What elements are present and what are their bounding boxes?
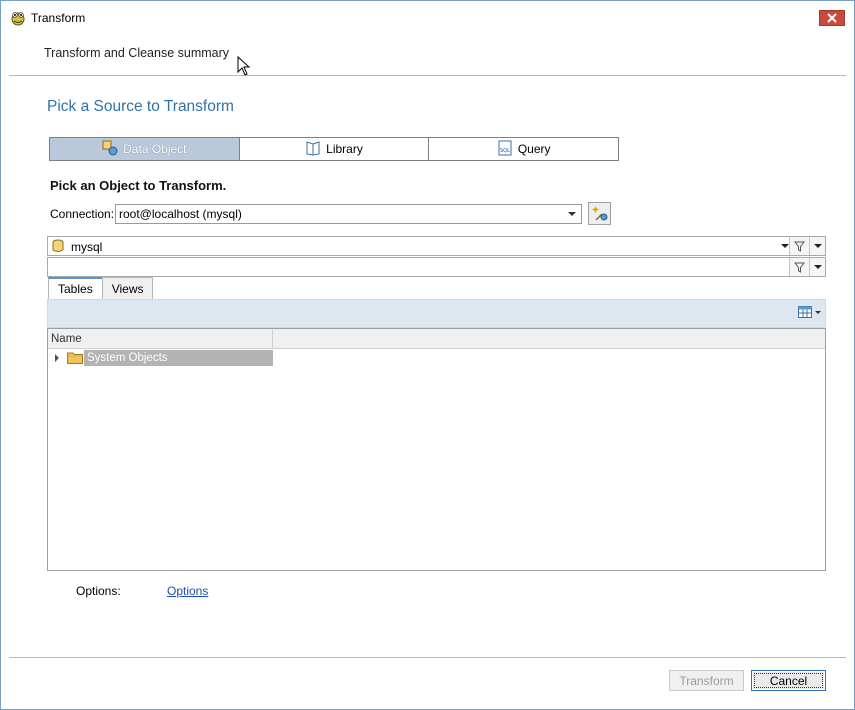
tab-library-label: Library: [326, 142, 363, 156]
footer-divider: [9, 657, 846, 658]
database-dropdown[interactable]: mysql: [47, 236, 826, 256]
pick-object-label: Pick an Object to Transform.: [50, 178, 227, 193]
data-object-icon: [102, 140, 118, 159]
object-filter-input[interactable]: [47, 257, 826, 277]
mouse-cursor-icon: [237, 55, 251, 76]
tab-data-object[interactable]: Data Object: [50, 138, 240, 160]
dropdown-arrow-icon: [815, 310, 821, 314]
expand-arrow-icon[interactable]: [55, 354, 59, 362]
folder-icon: [67, 351, 83, 367]
object-filter-menu-button[interactable]: [809, 258, 825, 276]
database-value: mysql: [71, 240, 103, 254]
tab-views[interactable]: Views: [101, 277, 154, 299]
chevron-down-icon: [781, 244, 789, 248]
column-header-name[interactable]: Name: [48, 329, 273, 349]
grid-view-icon: [798, 306, 812, 318]
wizard-header: Transform and Cleanse summary: [1, 35, 854, 76]
tree-item-label: System Objects: [84, 350, 273, 366]
close-icon: [827, 13, 837, 23]
toad-app-icon: [10, 10, 26, 26]
svg-text:SQL: SQL: [500, 148, 510, 154]
tab-library[interactable]: Library: [239, 138, 430, 160]
object-list-toolbar: [47, 299, 826, 328]
filter-icon: [794, 262, 805, 273]
database-menu-button[interactable]: [809, 237, 825, 255]
connection-dropdown[interactable]: root@localhost (mysql): [115, 204, 582, 224]
connection-wizard-icon: [592, 206, 607, 221]
header-divider: [9, 75, 846, 76]
page-heading: Pick a Source to Transform: [47, 98, 234, 115]
source-type-selector: Data Object Library SQL Query: [49, 137, 619, 161]
tab-data-object-label: Data Object: [123, 142, 187, 156]
connection-value: root@localhost (mysql): [119, 207, 242, 221]
tab-query-label: Query: [517, 142, 551, 156]
connection-label: Connection:: [50, 207, 115, 221]
close-button[interactable]: [819, 10, 845, 26]
view-options-button[interactable]: [798, 306, 821, 318]
object-type-tabs: Tables Views: [48, 277, 154, 299]
title-bar: Transform: [1, 1, 854, 35]
options-link[interactable]: Options: [167, 584, 208, 598]
table-header: Name: [48, 329, 825, 349]
dropdown-arrow-icon: [813, 265, 822, 269]
sql-query-icon: SQL: [497, 140, 513, 159]
tab-tables[interactable]: Tables: [48, 277, 103, 299]
filter-icon: [794, 241, 805, 252]
cancel-button[interactable]: Cancel: [751, 670, 826, 691]
database-icon: [52, 239, 64, 256]
tab-query[interactable]: SQL Query: [429, 138, 619, 160]
transform-button[interactable]: Transform: [669, 670, 744, 691]
transform-dialog: Transform Transform and Cleanse summary …: [0, 0, 855, 710]
window-title: Transform: [31, 11, 86, 25]
database-filter-button[interactable]: [789, 237, 809, 255]
chevron-down-icon: [568, 212, 576, 216]
table-row[interactable]: System Objects: [48, 350, 825, 366]
object-tree-table: Name System Objects: [47, 328, 826, 571]
library-icon: [305, 140, 321, 159]
dropdown-arrow-icon: [813, 244, 822, 248]
options-label: Options:: [76, 584, 121, 598]
object-filter-button[interactable]: [789, 258, 809, 276]
new-connection-button[interactable]: [588, 202, 611, 225]
wizard-step-title: Transform and Cleanse summary: [44, 46, 230, 60]
